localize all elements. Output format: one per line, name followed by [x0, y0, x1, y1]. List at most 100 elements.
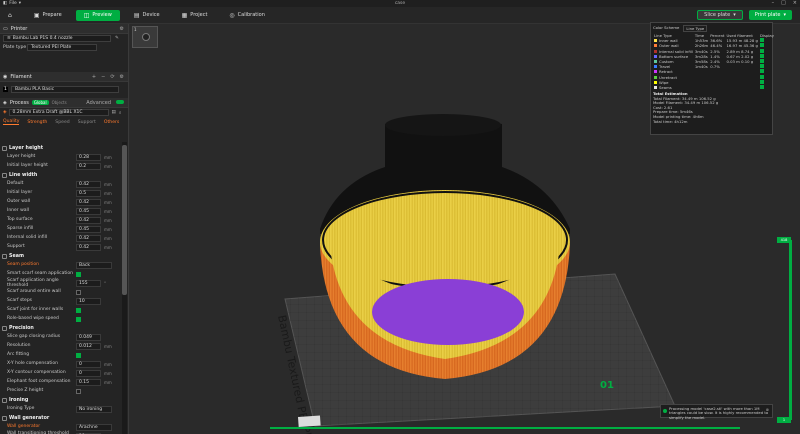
layer-bottom-handle[interactable]: 1 [777, 417, 791, 423]
param-checkbox[interactable] [76, 290, 81, 295]
maximize-icon[interactable]: □ [781, 0, 786, 6]
printer-select[interactable]: ≋ Bambu Lab P1S 0.4 nozzle [3, 35, 111, 42]
tab-strength[interactable]: Strength [27, 120, 47, 125]
param-input[interactable]: 0.42 [76, 235, 101, 242]
param-row: Seam position Back [0, 261, 122, 270]
settings-icon[interactable]: ⚙ [120, 26, 124, 32]
remove-icon[interactable]: − [101, 74, 105, 80]
settings-icon[interactable]: ⚙ [120, 74, 124, 80]
param-input[interactable]: 0.15 [76, 379, 101, 386]
filament-item[interactable]: 1 Bambu PLA Basic [0, 85, 128, 94]
search-icon[interactable]: ⌕ [119, 110, 122, 116]
legend-scheme-select[interactable]: Line Type [683, 25, 708, 32]
tab-speed[interactable]: Speed [55, 120, 69, 125]
param-input[interactable]: 0.42 [76, 199, 101, 206]
close-icon[interactable]: ⊗ [766, 407, 769, 412]
tab-device[interactable]: ▤ Device [126, 10, 168, 21]
close-icon[interactable]: × [793, 0, 797, 6]
param-input[interactable]: 0 [76, 370, 101, 377]
param-input[interactable]: 0.42 [76, 181, 101, 188]
home-button[interactable]: ⌂ [0, 10, 20, 21]
display-checkbox[interactable] [759, 84, 764, 89]
param-input[interactable]: 10 [76, 298, 101, 305]
param-input[interactable]: 0.45 [76, 208, 101, 215]
param-input[interactable]: 0.012 [76, 343, 101, 350]
display-checkbox[interactable] [759, 69, 764, 74]
param-checkbox[interactable] [76, 308, 81, 313]
display-checkbox[interactable] [759, 48, 764, 53]
filament-select[interactable]: Bambu PLA Basic [10, 86, 119, 93]
advanced-label: Advanced [86, 99, 111, 106]
display-checkbox[interactable] [759, 79, 764, 84]
chevron-down-icon[interactable]: ▾ [733, 12, 736, 18]
printer-section-header[interactable]: ▭ Printer ⚙ [0, 24, 128, 34]
tab-prepare[interactable]: ▣ Prepare [26, 10, 70, 21]
param-checkbox[interactable] [76, 272, 81, 277]
plate-thumbnail[interactable]: 1 [132, 26, 158, 48]
param-checkbox[interactable] [76, 353, 81, 358]
home-icon: ⌂ [8, 11, 12, 19]
objects-toggle[interactable]: Objects [52, 100, 67, 105]
edit-icon[interactable]: ✎ [115, 36, 119, 41]
param-label: Resolution [7, 343, 31, 349]
tab-project[interactable]: ▦ Project [174, 10, 216, 21]
sync-icon[interactable]: ⟳ [110, 74, 114, 80]
layer-slider[interactable]: 418 1 [777, 237, 792, 423]
param-group[interactable]: Layer height [0, 144, 122, 153]
display-checkbox[interactable] [759, 59, 764, 64]
global-toggle[interactable]: Global [31, 100, 49, 105]
print-plate-button[interactable]: Print plate ▾ [748, 10, 792, 20]
param-group[interactable]: Precision [0, 324, 122, 333]
chevron-down-icon[interactable]: ▾ [783, 12, 786, 18]
param-input[interactable]: 0.42 [76, 217, 101, 224]
display-checkbox[interactable] [759, 74, 764, 79]
slice-plate-button[interactable]: Slice plate ▾ [697, 10, 743, 20]
param-input[interactable]: 0.45 [76, 226, 101, 233]
scroll-thumb[interactable] [122, 145, 127, 295]
tab-preview[interactable]: ◫ Preview [75, 9, 120, 21]
calibration-icon: ◎ [229, 11, 235, 19]
param-group[interactable]: Wall generator [0, 414, 122, 423]
param-checkbox[interactable] [76, 389, 81, 394]
process-preset-select[interactable]: 0.28mm Extra Draft @BBL X1C [8, 109, 109, 116]
param-input[interactable]: 0.049 [76, 334, 101, 341]
display-checkbox[interactable] [759, 43, 764, 48]
param-label: Top surface [7, 217, 33, 223]
minimize-icon[interactable]: – [772, 0, 775, 6]
display-checkbox[interactable] [759, 38, 764, 43]
param-input[interactable]: 0 [76, 361, 101, 368]
model-top-cap [385, 114, 501, 136]
param-input[interactable]: 0.5 [76, 190, 101, 197]
param-row: Precise Z height [0, 387, 122, 396]
sidebar-scrollbar[interactable] [122, 142, 127, 434]
param-checkbox[interactable] [76, 317, 81, 322]
param-input[interactable]: 155 [76, 280, 101, 287]
layer-top-handle[interactable]: 418 [777, 237, 791, 243]
display-checkbox[interactable] [759, 64, 764, 69]
advanced-switch[interactable] [116, 99, 124, 104]
tab-others[interactable]: Others [104, 120, 119, 125]
param-select[interactable]: Back [76, 262, 112, 269]
param-input[interactable]: 0.2 [76, 163, 101, 170]
filament-section-header[interactable]: ◉ Filament + − ⟳ ⚙ [0, 72, 128, 82]
save-icon[interactable]: ▤ [112, 110, 116, 115]
tab-support[interactable]: Support [78, 120, 96, 125]
param-select[interactable]: No ironing [76, 406, 112, 413]
param-unit: mm [104, 227, 112, 232]
tab-quality[interactable]: Quality [3, 119, 20, 125]
param-input[interactable]: 0.42 [76, 244, 101, 251]
param-input[interactable]: 0.28 [76, 154, 101, 161]
param-unit: mm [104, 344, 112, 349]
param-group[interactable]: Seam [0, 252, 122, 261]
gcode-legend: Color Scheme Line Type Line Type Time Per… [650, 22, 774, 135]
param-select[interactable]: Arachne [76, 424, 112, 431]
param-group[interactable]: Line width [0, 171, 122, 180]
display-checkbox[interactable] [759, 53, 764, 58]
param-group[interactable]: Ironing [0, 396, 122, 405]
move-slider[interactable] [270, 427, 740, 429]
process-section-header[interactable]: ◈ Process Global Objects Advanced [0, 98, 128, 108]
plate-type-select[interactable]: Textured PEI Plate [27, 44, 97, 51]
add-icon[interactable]: + [92, 74, 96, 80]
tab-calibration[interactable]: ◎ Calibration [221, 10, 272, 21]
notification-toast: Processing model 'case2.stl' with more t… [660, 404, 773, 419]
